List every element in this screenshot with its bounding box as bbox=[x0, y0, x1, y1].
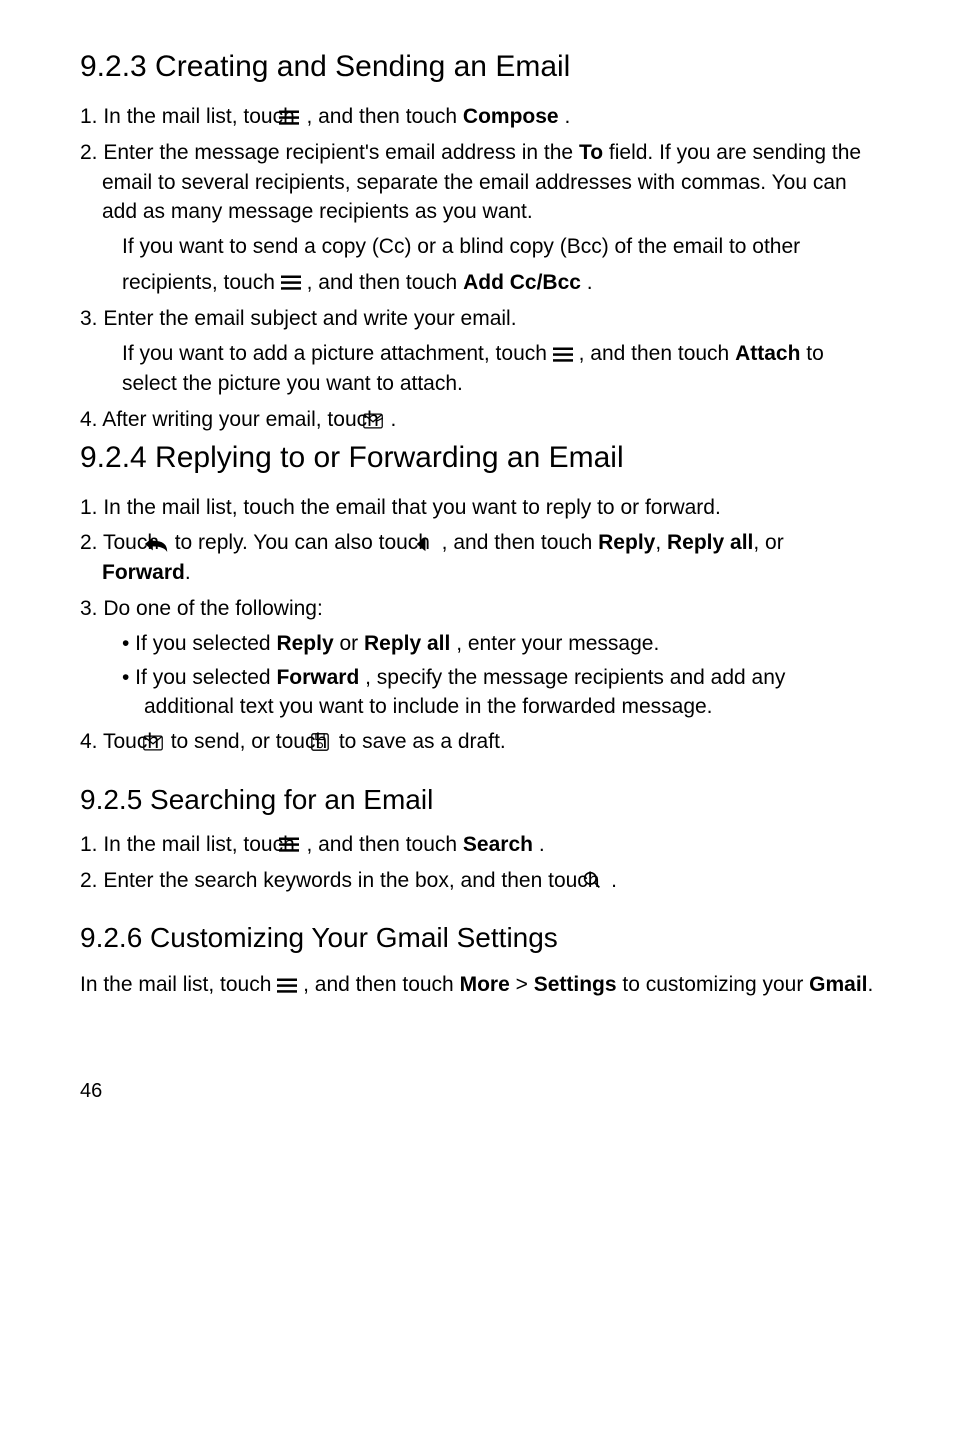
text: > bbox=[516, 973, 534, 996]
text: , or bbox=[753, 531, 783, 554]
step-9-2-3-3: 3. Enter the email subject and write you… bbox=[80, 304, 874, 333]
menu-icon bbox=[277, 971, 297, 1000]
document-page: 9.2.3 Creating and Sending an Email 1. I… bbox=[0, 0, 954, 1143]
text: 1. In the mail list, touch bbox=[80, 105, 301, 128]
text: , and then touch bbox=[303, 973, 459, 996]
text: 2. Enter the message recipient's email a… bbox=[80, 141, 579, 164]
text: If you want to add a picture attachment,… bbox=[122, 342, 553, 365]
text: . bbox=[564, 105, 570, 128]
text: to reply. You can also touch bbox=[175, 531, 436, 554]
replyall-bold2: Reply all bbox=[364, 632, 450, 655]
text: • If you selected bbox=[122, 666, 276, 689]
bullet-9-2-4-3a: • If you selected Reply or Reply all , e… bbox=[122, 629, 874, 658]
to-bold: To bbox=[579, 141, 603, 164]
text: , and then touch bbox=[306, 833, 462, 856]
step-9-2-3-4: 4. After writing your email, touch . bbox=[80, 405, 874, 435]
substep-9-2-3-2b: recipients, touch , and then touch Add C… bbox=[122, 268, 874, 298]
text: , enter your message. bbox=[456, 632, 659, 655]
search-bold: Search bbox=[463, 833, 533, 856]
heading-9-2-4: 9.2.4 Replying to or Forwarding an Email bbox=[80, 441, 874, 475]
heading-9-2-5: 9.2.5 Searching for an Email bbox=[80, 784, 874, 816]
menu-icon bbox=[281, 268, 301, 297]
text: , and then touch bbox=[579, 342, 735, 365]
step-9-2-4-1: 1. In the mail list, touch the email tha… bbox=[80, 493, 874, 522]
menu-icon bbox=[553, 340, 573, 369]
text: 4. After writing your email, touch bbox=[80, 408, 385, 431]
text: to send, or touch bbox=[171, 730, 333, 753]
bullet-9-2-4-3b: • If you selected Forward , specify the … bbox=[122, 663, 874, 722]
attach-bold: Attach bbox=[735, 342, 800, 365]
text: . bbox=[611, 869, 617, 892]
text: to customizing your bbox=[622, 973, 809, 996]
addccbcc-bold: Add Cc/Bcc bbox=[463, 271, 581, 294]
reply-bold2: Reply bbox=[276, 632, 333, 655]
reply-arrow-icon bbox=[165, 529, 169, 558]
para-9-2-6: In the mail list, touch , and then touch… bbox=[80, 970, 874, 1000]
compose-bold: Compose bbox=[463, 105, 559, 128]
text: . bbox=[539, 833, 545, 856]
step-9-2-4-4: 4. Touch to send, or touch to save as a … bbox=[80, 727, 874, 757]
text: or bbox=[339, 632, 364, 655]
text: , and then touch bbox=[306, 105, 462, 128]
heading-9-2-6: 9.2.6 Customizing Your Gmail Settings bbox=[80, 922, 874, 954]
text: . bbox=[868, 973, 874, 996]
forward-bold: Forward bbox=[102, 561, 185, 584]
text: . bbox=[587, 271, 593, 294]
substep-9-2-3-3a: If you want to add a picture attachment,… bbox=[122, 339, 874, 399]
heading-9-2-3: 9.2.3 Creating and Sending an Email bbox=[80, 50, 874, 84]
more-bold: More bbox=[460, 973, 510, 996]
text: , and then touch bbox=[442, 531, 598, 554]
step-9-2-5-2: 2. Enter the search keywords in the box,… bbox=[80, 866, 874, 896]
step-9-2-4-2: 2. Touch to reply. You can also touch , … bbox=[80, 528, 874, 588]
step-9-2-5-1: 1. In the mail list, touch , and then to… bbox=[80, 830, 874, 860]
substep-9-2-3-2a: If you want to send a copy (Cc) or a bli… bbox=[122, 232, 874, 261]
settings-bold: Settings bbox=[534, 973, 617, 996]
forward-bold2: Forward bbox=[276, 666, 359, 689]
text: • If you selected bbox=[122, 632, 276, 655]
text: 1. In the mail list, touch bbox=[80, 833, 301, 856]
text: . bbox=[390, 408, 396, 431]
step-9-2-4-3: 3. Do one of the following: bbox=[80, 594, 874, 623]
page-number: 46 bbox=[80, 1080, 874, 1103]
gmail-bold: Gmail bbox=[809, 973, 867, 996]
text: , bbox=[655, 531, 667, 554]
text: , and then touch bbox=[307, 271, 463, 294]
step-9-2-3-2: 2. Enter the message recipient's email a… bbox=[80, 138, 874, 226]
text: to save as a draft. bbox=[339, 730, 506, 753]
text: . bbox=[185, 561, 191, 584]
text: In the mail list, touch bbox=[80, 973, 277, 996]
replyall-bold: Reply all bbox=[667, 531, 753, 554]
text: 2. Enter the search keywords in the box,… bbox=[80, 869, 605, 892]
reply-bold: Reply bbox=[598, 531, 655, 554]
step-9-2-3-1: 1. In the mail list, touch , and then to… bbox=[80, 102, 874, 132]
text: recipients, touch bbox=[122, 271, 281, 294]
